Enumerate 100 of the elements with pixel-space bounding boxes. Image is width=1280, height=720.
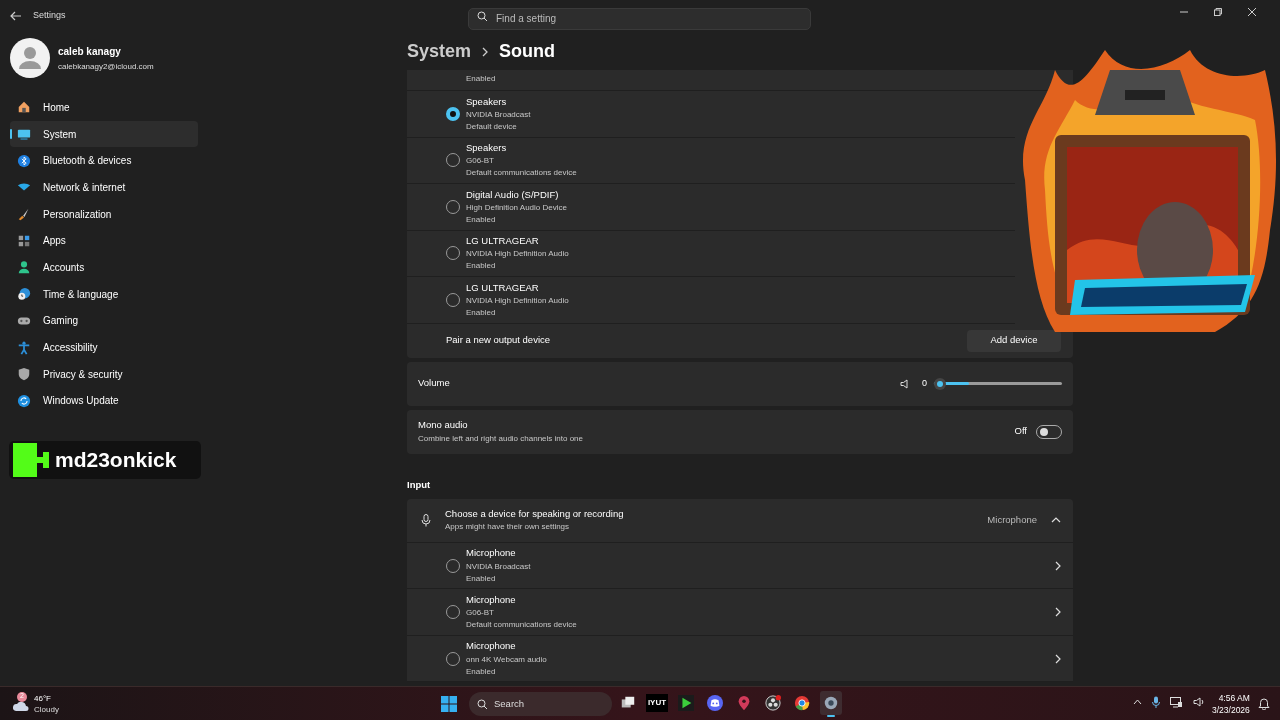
device-name: Speakers	[466, 94, 508, 109]
sidebar-item[interactable]: Accounts	[10, 254, 198, 281]
device-name: LG ULTRAGEAR	[466, 234, 540, 249]
chevron-icon	[1055, 653, 1061, 664]
avatar-icon	[10, 38, 50, 78]
volume-label: Volume	[418, 376, 451, 391]
sidebar-item[interactable]: Time & language	[10, 280, 198, 308]
taskbar-app[interactable]	[820, 691, 842, 715]
location-pin-icon	[736, 695, 752, 711]
taskbar-search[interactable]: Search	[469, 692, 612, 716]
device-detail: NVIDIA Broadcast	[466, 560, 532, 573]
device-status: Default device	[466, 120, 518, 133]
input-device-chooser[interactable]: Choose a device for speaking or recording Apps might have their own settings Microphone	[407, 498, 1073, 543]
device-row[interactable]: Microphone onn 4K Webcam audio Enabled	[407, 635, 1073, 683]
sidebar-item[interactable]: Windows Update	[10, 387, 198, 415]
device-name: Microphone	[466, 592, 517, 607]
sidebar-item[interactable]: Accessibility	[10, 334, 198, 361]
device-row[interactable]: Microphone NVIDIA Broadcast Enabled	[407, 542, 1073, 590]
radio-button[interactable]	[446, 106, 460, 121]
device-name: Microphone	[466, 639, 517, 654]
device-status: Default communications device	[466, 619, 578, 632]
device-status: Default communications device	[466, 167, 578, 180]
sidebar-item[interactable]: Home	[10, 94, 198, 121]
add-device-button[interactable]: Add device	[967, 329, 1061, 352]
restore-button[interactable]	[1212, 6, 1224, 18]
device-name: Microphone	[466, 546, 517, 561]
volume-reading: 0	[922, 376, 928, 390]
bell-icon	[1258, 698, 1270, 710]
sidebar-item[interactable]: System	[10, 120, 198, 148]
speaker-icon	[900, 378, 910, 389]
microphone-icon	[421, 513, 431, 527]
sidebar-item[interactable]: Bluetooth & devices	[10, 147, 198, 175]
house-icon	[17, 100, 31, 115]
windows-logo-icon	[441, 696, 457, 712]
search-field[interactable]: Find a setting	[468, 7, 811, 30]
bluetooth-icon	[17, 153, 31, 168]
temperature: 46°F	[34, 692, 52, 704]
device-status: Enabled	[466, 213, 497, 226]
chevron-up-icon	[1133, 699, 1142, 705]
restore-icon	[1213, 7, 1223, 17]
account-name: caleb kanagy	[58, 44, 122, 59]
device-detail: onn 4K Webcam audio	[466, 653, 548, 666]
microphone-icon	[1152, 696, 1160, 708]
window-title: Settings	[33, 9, 66, 23]
chat-bubble-icon	[707, 695, 723, 711]
monitor-icon	[17, 127, 31, 142]
breadcrumb-item[interactable]: System	[407, 38, 472, 65]
shield-icon	[17, 367, 31, 382]
device-row[interactable]: LG ULTRAGEAR NVIDIA High Definition Audio Enabled	[407, 277, 1015, 324]
device-detail: NVIDIA Broadcast	[466, 108, 532, 121]
start-button[interactable]	[439, 694, 459, 714]
stream-handle: md23onkick	[55, 447, 177, 474]
device-row[interactable]: LG ULTRAGEAR NVIDIA High Definition Audio Enabled	[407, 230, 1015, 277]
search-icon	[477, 11, 488, 22]
globe-clock-icon	[17, 287, 31, 302]
device-detail: G06-BT	[466, 607, 495, 620]
device-row[interactable]: Microphone G06-BT Default communications device	[407, 589, 1073, 636]
setting-title: Choose a device for speaking or recording	[445, 507, 625, 522]
sidebar-item[interactable]: Privacy & security	[10, 360, 198, 388]
accessibility-icon	[17, 340, 31, 355]
person-icon	[17, 260, 31, 275]
setting-title: Mono audio	[418, 418, 469, 433]
device-status: Enabled	[466, 572, 497, 585]
device-row[interactable]: Speakers G06-BT Default communications device	[407, 137, 1015, 184]
speaker-icon	[1193, 697, 1205, 707]
search-icon	[477, 698, 488, 710]
toggle-state: Off	[1014, 424, 1027, 439]
cloud-icon	[12, 699, 30, 712]
device-name: Digital Audio (S/PDIF)	[466, 187, 560, 202]
close-icon	[1247, 7, 1257, 17]
breadcrumb-item: Sound	[499, 40, 556, 63]
device-detail: NVIDIA High Definition Audio	[466, 248, 570, 261]
brush-icon	[17, 207, 31, 222]
setting-description: Combine left and right audio channels into one	[418, 432, 584, 445]
device-detail: G06-BT	[466, 155, 495, 168]
device-detail: High Definition Audio Device	[466, 201, 568, 214]
setting-description: Apps might have their own settings	[445, 521, 571, 534]
clock-time: 4:56 AM	[1218, 692, 1250, 704]
device-status: Enabled	[466, 260, 497, 273]
device-name: Speakers	[466, 141, 508, 156]
account-email: calebkanagy2@icloud.com	[58, 60, 154, 73]
sidebar-item[interactable]: Personalization	[10, 200, 198, 228]
pair-label: Pair a new output device	[446, 333, 551, 348]
sidebar-item[interactable]: Network & internet	[10, 174, 198, 201]
network-icon	[1170, 696, 1183, 708]
search-label: Search	[494, 696, 525, 711]
device-row[interactable]: Speakers NVIDIA Broadcast Default device	[407, 91, 1015, 138]
device-row[interactable]: Digital Audio (S/PDIF) High Definition Audio Device Enabled	[407, 184, 1015, 231]
weather-condition: Cloudy	[34, 703, 59, 715]
close-button[interactable]	[1246, 6, 1258, 18]
browser-icon	[794, 695, 810, 711]
device-status: Enabled	[466, 72, 496, 85]
device-name: LG ULTRAGEAR	[466, 280, 540, 295]
section-heading: Input	[407, 477, 432, 492]
play-icon	[678, 695, 694, 711]
volume-slider[interactable]	[934, 377, 1062, 390]
device-status: Enabled	[466, 665, 497, 678]
sidebar-item[interactable]: Apps	[10, 227, 198, 255]
sidebar-item[interactable]: Gaming	[10, 307, 198, 335]
device-status: Enabled	[466, 306, 497, 319]
